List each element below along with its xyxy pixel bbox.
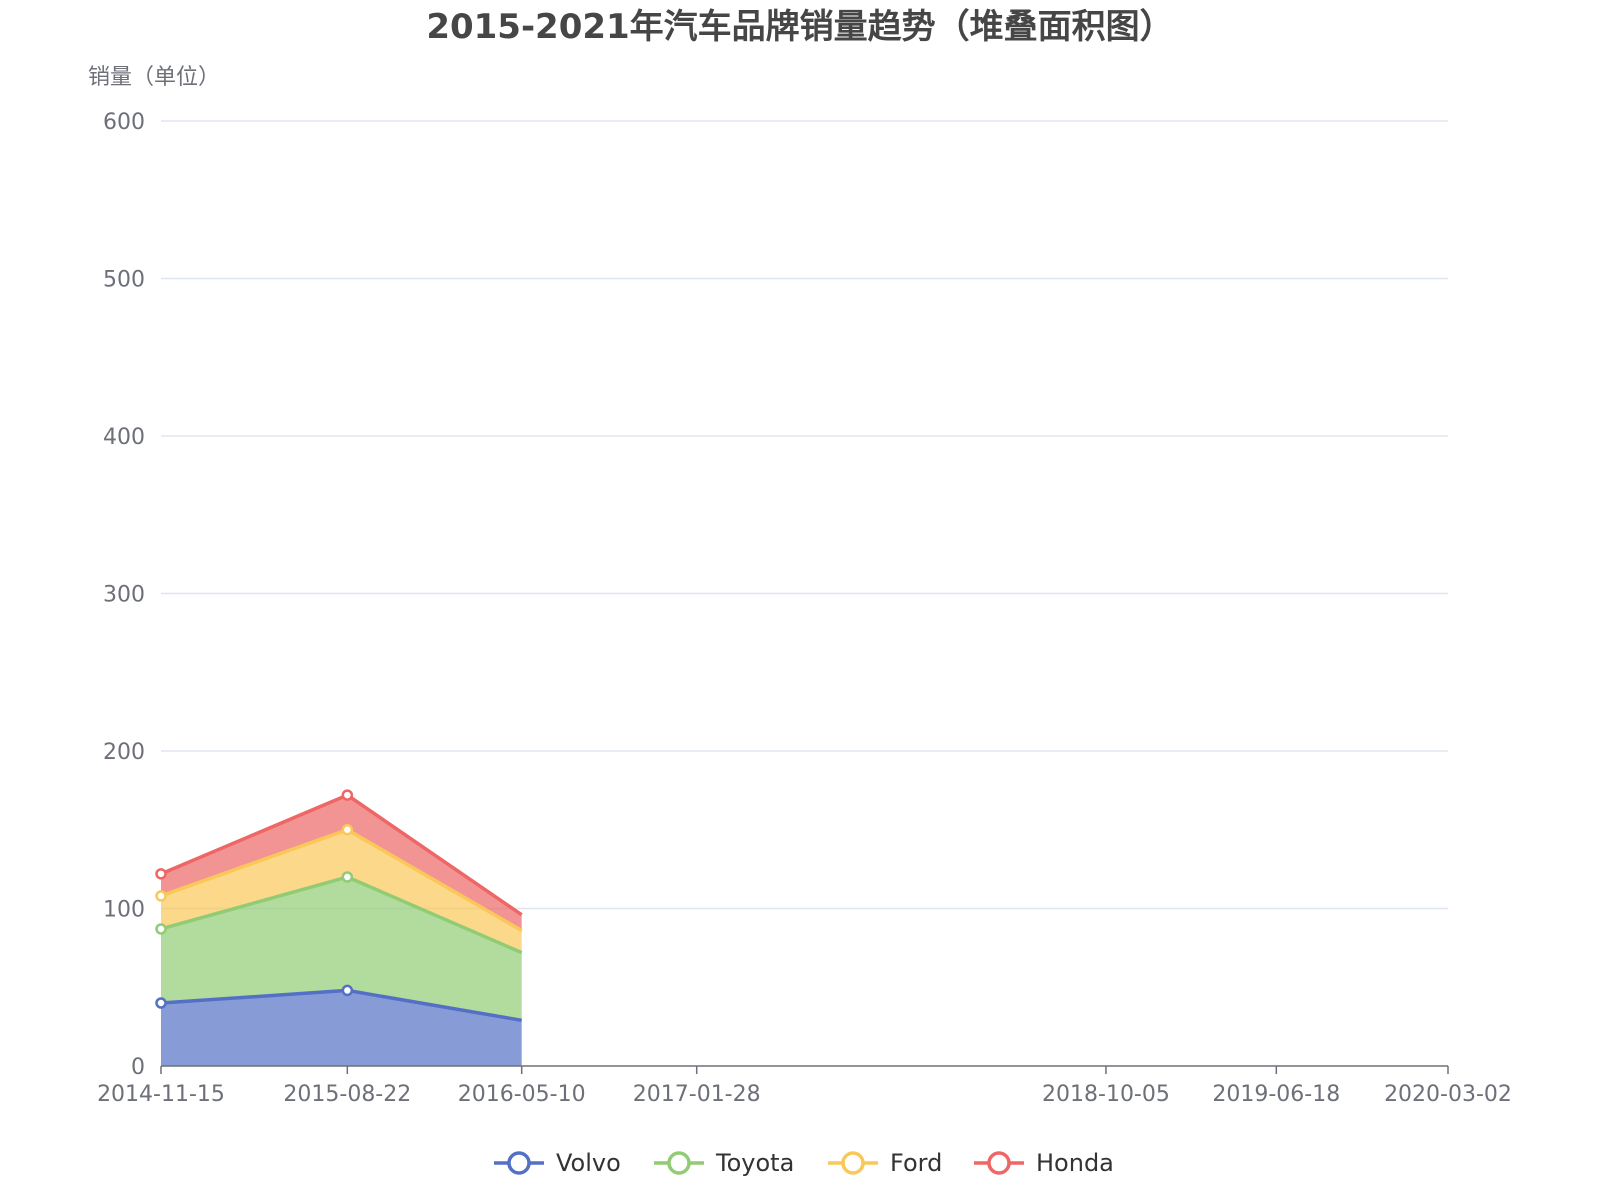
point-honda[interactable]: [155, 868, 167, 880]
legend-label: Ford: [890, 1149, 942, 1177]
y-tick-label: 200: [103, 740, 145, 765]
x-tick-label: 2018-10-05: [1042, 1082, 1170, 1107]
x-tick-label: 2020-03-02: [1384, 1082, 1512, 1107]
y-tick-label: 500: [103, 268, 145, 293]
point-volvo[interactable]: [155, 997, 167, 1009]
area-series: [155, 789, 523, 1066]
point-honda[interactable]: [341, 789, 354, 801]
legend-circle-icon: [507, 1151, 531, 1175]
y-tick-label: 400: [103, 425, 145, 450]
point-volvo[interactable]: [341, 984, 354, 997]
legend-item-volvo[interactable]: Volvo: [494, 1149, 621, 1177]
chart-title: 2015-2021年汽车品牌销量趋势（堆叠面积图）: [426, 7, 1173, 47]
legend[interactable]: Volvo Toyota Ford Honda: [494, 1149, 1114, 1177]
stacked-area-chart: 2015-2021年汽车品牌销量趋势（堆叠面积图） 销量（单位） 0 100 200…: [88, 7, 1512, 1177]
x-tick-label: 2015-08-22: [283, 1082, 411, 1107]
point-toyota[interactable]: [155, 923, 167, 935]
legend-circle-icon: [841, 1151, 865, 1175]
y-tick-label: 300: [103, 583, 145, 608]
y-tick-label: 600: [103, 110, 145, 135]
legend-label: Volvo: [556, 1149, 621, 1177]
y-tick-label: 100: [103, 898, 145, 923]
legend-circle-icon: [987, 1151, 1011, 1175]
x-tick-label: 2017-01-28: [633, 1082, 761, 1107]
legend-item-toyota[interactable]: Toyota: [654, 1149, 794, 1177]
x-tick-label: 2014-11-15: [97, 1082, 225, 1107]
legend-label: Toyota: [715, 1149, 794, 1177]
legend-item-ford[interactable]: Ford: [828, 1149, 942, 1177]
x-tick-label: 2016-05-10: [458, 1082, 586, 1107]
legend-circle-icon: [667, 1151, 691, 1175]
legend-item-honda[interactable]: Honda: [974, 1149, 1114, 1177]
legend-label: Honda: [1036, 1149, 1114, 1177]
y-tick-label: 0: [131, 1055, 145, 1080]
grid-lines: [161, 120, 1448, 910]
y-axis-label: 销量（单位）: [88, 65, 220, 90]
x-tick-label: 2019-06-18: [1212, 1082, 1340, 1107]
point-toyota[interactable]: [341, 871, 354, 883]
point-ford[interactable]: [341, 824, 354, 836]
point-ford[interactable]: [155, 890, 167, 902]
